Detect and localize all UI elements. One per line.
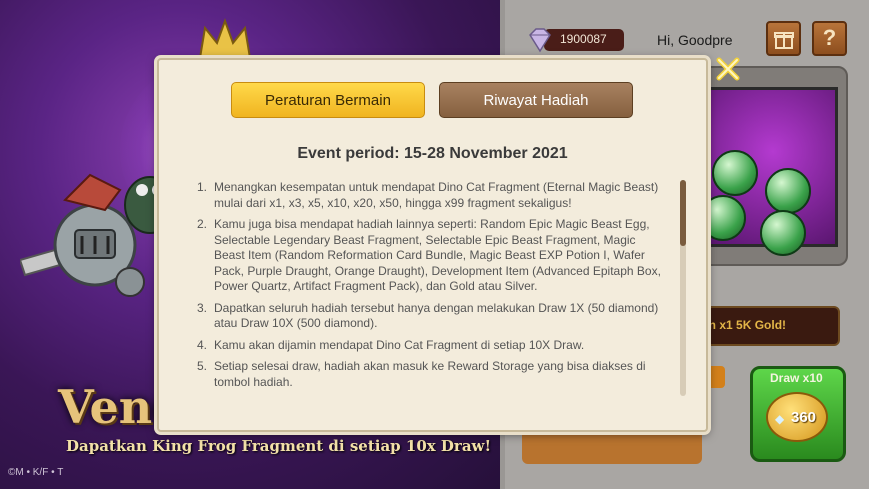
- event-subtitle: Dapatkan King Frog Fragment di setiap 10…: [66, 437, 492, 455]
- draw-x10-label: Draw x10: [770, 371, 823, 385]
- copyright-text: ©M • K/F • T: [8, 467, 64, 478]
- scrollbar-thumb[interactable]: [680, 180, 686, 246]
- list-item: 5. Setiap selesai draw, hadiah akan masu…: [197, 359, 665, 390]
- list-item-number: 4.: [197, 337, 208, 352]
- tab-reward-history[interactable]: Riwayat Hadiah: [439, 82, 633, 118]
- diamond-icon: ◆: [775, 412, 785, 426]
- diamond-balance: 1900087: [524, 27, 624, 53]
- diamond-count: 1900087: [560, 32, 607, 46]
- crown-icon: [198, 18, 252, 59]
- gold-reward-text: an x1 5K Gold!: [702, 318, 787, 332]
- list-item-number: 3.: [197, 300, 208, 315]
- close-icon[interactable]: [714, 55, 742, 83]
- list-item-number: 1.: [197, 180, 208, 194]
- list-item-number: 5.: [197, 359, 208, 373]
- list-item: 3. Dapatkan seluruh hadiah tersebut hany…: [197, 301, 665, 332]
- capsule-ball: [712, 150, 758, 196]
- event-period: Event period: 15-28 November 2021: [297, 145, 568, 162]
- bottom-bar: [522, 430, 702, 464]
- list-item: 2. Kamu juga bisa mendapat hadiah lainny…: [197, 217, 665, 295]
- tab-rules[interactable]: Peraturan Bermain: [231, 82, 425, 118]
- draw-x1-button[interactable]: [705, 366, 725, 388]
- list-item-text: Dapatkan seluruh hadiah tersebut hanya d…: [214, 300, 659, 331]
- list-item-text: Menangkan kesempatan untuk mendapat Dino…: [214, 180, 659, 210]
- list-item-text: Kamu juga bisa mendapat hadiah lainnya s…: [214, 217, 661, 293]
- capsule-ball: [760, 210, 806, 256]
- diamond-icon: [529, 28, 551, 53]
- list-item: 1. Menangkan kesempatan untuk mendapat D…: [197, 180, 665, 211]
- capsule-ball: [765, 168, 811, 214]
- draw-x10-cost: 360: [791, 409, 817, 426]
- list-item-text: Setiap selesai draw, hadiah akan masuk k…: [214, 359, 646, 389]
- list-item-text: Kamu akan dijamin mendapat Dino Cat Frag…: [214, 337, 585, 352]
- help-button[interactable]: ?: [812, 21, 847, 56]
- gift-icon: [773, 32, 794, 49]
- gift-button[interactable]: [766, 21, 801, 56]
- rules-list: 1. Menangkan kesempatan untuk mendapat D…: [197, 180, 665, 395]
- list-item-number: 2.: [197, 217, 208, 231]
- list-item: 4. Kamu akan dijamin mendapat Dino Cat F…: [197, 338, 665, 354]
- user-greeting: Hi, Goodpre: [657, 32, 733, 48]
